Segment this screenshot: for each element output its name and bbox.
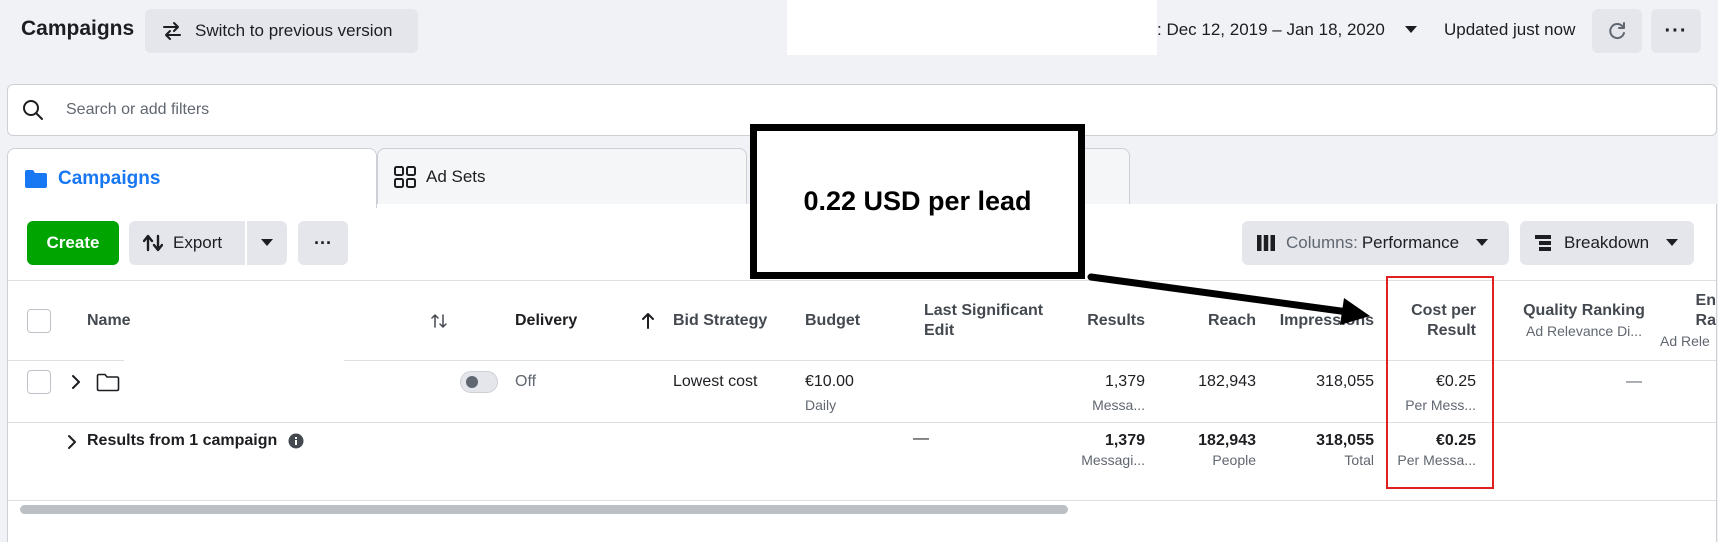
info-icon[interactable] <box>288 433 304 449</box>
folder-outline-icon <box>96 373 120 392</box>
column-header-budget[interactable]: Budget <box>805 311 860 331</box>
chevron-right-icon[interactable] <box>70 374 82 390</box>
column-header-engagement-line2: Ra <box>1695 312 1716 329</box>
ads-manager-page: Campaigns Switch to previous version : D… <box>0 0 1718 542</box>
tab-campaigns-label: Campaigns <box>58 167 161 189</box>
table-summary-border <box>8 500 1716 501</box>
column-header-quality-ranking[interactable]: Quality Ranking Ad Relevance Di... <box>1509 301 1659 341</box>
summary-label: Results from 1 campaign <box>87 432 278 449</box>
page-title: Campaigns <box>21 17 135 40</box>
columns-button[interactable]: Columns: Performance <box>1242 221 1509 265</box>
campaign-toggle[interactable] <box>460 371 498 393</box>
row-quality-ranking: — <box>1626 373 1642 390</box>
switch-arrows-icon <box>163 22 181 40</box>
column-header-last-edit-line2: Edit <box>924 322 955 339</box>
column-header-delivery[interactable]: Delivery <box>515 311 577 331</box>
column-header-impressions[interactable]: Impressions <box>1268 311 1374 331</box>
more-options-button[interactable]: ··· <box>1651 9 1701 53</box>
top-bar: Campaigns Switch to previous version : D… <box>0 0 1718 62</box>
summary-reach-sub: People <box>1212 452 1256 468</box>
column-header-engagement-sub: Ad Rele <box>1660 333 1710 349</box>
export-button[interactable]: Export <box>129 221 245 265</box>
caret-down-icon <box>1666 239 1679 246</box>
switch-previous-version-button[interactable]: Switch to previous version <box>145 9 418 53</box>
export-icon <box>143 234 163 252</box>
column-header-quality-sub: Ad Relevance Di... <box>1526 323 1642 339</box>
tab-campaigns[interactable]: Campaigns <box>7 148 377 208</box>
row-results-sub: Messa... <box>1092 397 1145 413</box>
columns-icon <box>1257 235 1275 251</box>
summary-results: 1,379 <box>1104 432 1145 449</box>
switch-previous-version-label: Switch to previous version <box>195 21 393 40</box>
columns-value: Performance <box>1361 233 1460 252</box>
row-bid-strategy: Lowest cost <box>673 373 758 390</box>
toggle-knob <box>466 376 478 388</box>
caret-down-icon <box>261 239 273 246</box>
columns-prefix: Columns: <box>1286 233 1358 252</box>
column-header-engagement-ranking[interactable]: En Ra Ad Rele <box>1660 291 1716 351</box>
chevron-right-icon[interactable] <box>66 434 78 450</box>
breakdown-icon <box>1535 235 1551 251</box>
cost-per-result-highlight <box>1386 276 1494 489</box>
select-all-checkbox[interactable] <box>27 309 51 333</box>
caret-down-icon[interactable] <box>1404 25 1418 35</box>
annotation-callout: 0.22 USD per lead <box>750 124 1085 279</box>
export-label: Export <box>173 233 223 252</box>
refresh-button[interactable] <box>1592 9 1642 53</box>
caret-down-icon <box>1476 239 1489 246</box>
redacted-name-area <box>124 358 344 362</box>
column-header-last-edit-line1: Last Significant <box>924 302 1044 319</box>
toolbar-more-button[interactable]: ··· <box>298 221 348 265</box>
summary-impressions: 318,055 <box>1316 432 1374 449</box>
row-budget-sub: Daily <box>805 397 837 413</box>
column-header-last-edit[interactable]: Last Significant Edit <box>924 301 1043 341</box>
breakdown-label: Breakdown <box>1564 233 1650 252</box>
tab-ad-sets[interactable]: Ad Sets <box>377 148 747 204</box>
horizontal-scrollbar[interactable] <box>20 505 1068 514</box>
row-impressions: 318,055 <box>1316 373 1374 390</box>
grid-icon <box>394 165 416 188</box>
search-input[interactable] <box>64 97 764 123</box>
breakdown-button[interactable]: Breakdown <box>1520 221 1694 265</box>
tab-ad-sets-label: Ad Sets <box>426 166 486 186</box>
folder-icon <box>25 169 47 188</box>
column-header-engagement-line1: En <box>1695 292 1716 309</box>
row-budget[interactable]: €10.00 <box>805 372 854 392</box>
summary-reach: 182,943 <box>1198 432 1256 449</box>
row-checkbox[interactable] <box>27 370 51 394</box>
export-dropdown-button[interactable] <box>247 221 287 265</box>
column-header-results[interactable]: Results <box>1050 311 1145 331</box>
row-delivery: Off <box>515 373 537 390</box>
refresh-icon <box>1609 22 1625 40</box>
sort-ascending-icon[interactable] <box>641 312 655 330</box>
summary-results-sub: Messagi... <box>1081 452 1145 468</box>
column-header-reach[interactable]: Reach <box>1160 311 1256 331</box>
row-results: 1,379 <box>1104 373 1145 390</box>
redacted-area <box>787 0 1157 55</box>
column-header-name[interactable]: Name <box>87 311 131 331</box>
summary-impressions-sub: Total <box>1344 452 1374 468</box>
summary-last-edit: — <box>913 430 929 447</box>
date-range-picker[interactable]: : Dec 12, 2019 – Jan 18, 2020 <box>1157 20 1385 40</box>
create-button[interactable]: Create <box>27 221 119 265</box>
column-header-quality-label: Quality Ranking <box>1523 302 1645 319</box>
search-icon <box>23 100 43 120</box>
row-reach: 182,943 <box>1198 373 1256 390</box>
updated-status: Updated just now <box>1444 20 1576 39</box>
column-header-bid-strategy[interactable]: Bid Strategy <box>673 311 767 331</box>
sort-arrows-icon[interactable] <box>431 313 447 329</box>
